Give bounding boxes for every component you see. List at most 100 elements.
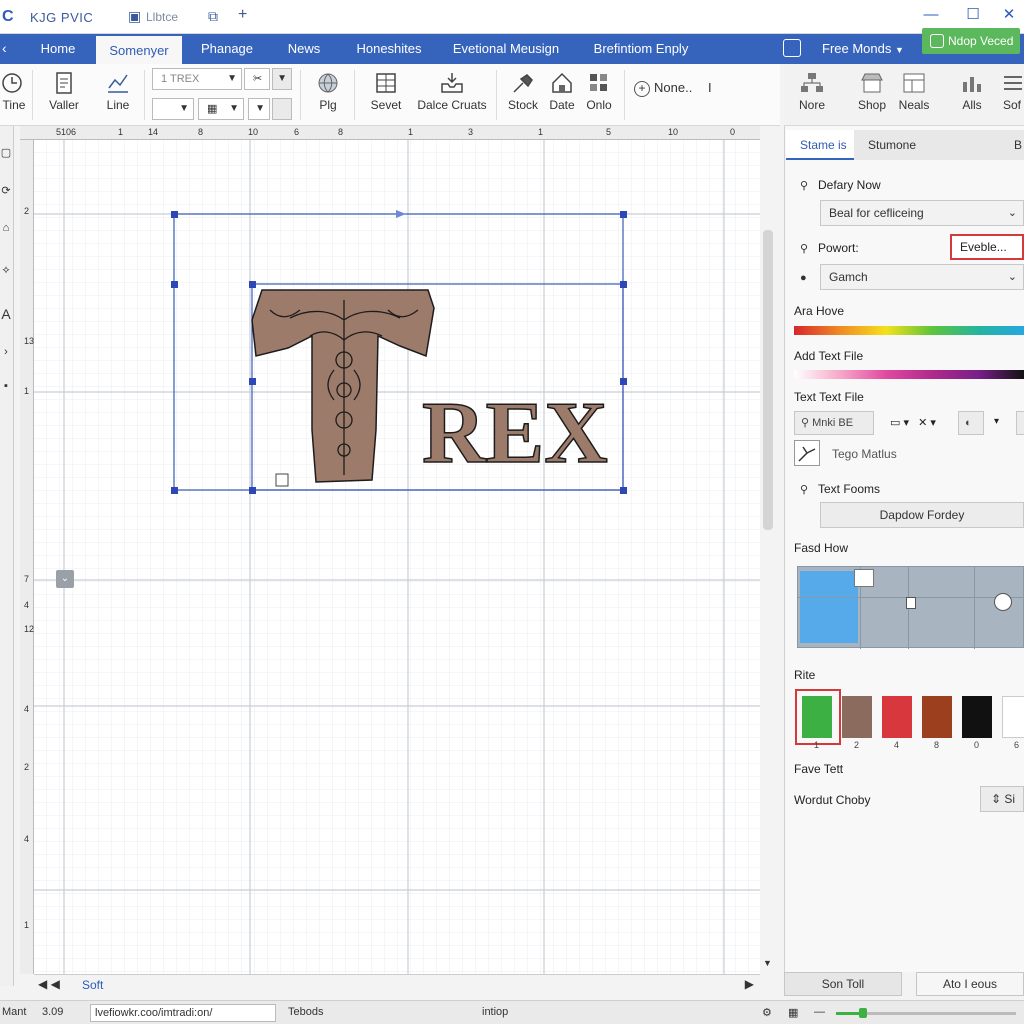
son-toll-button[interactable]: Son Toll bbox=[784, 972, 902, 996]
shape-tool-icon[interactable]: ⟡ bbox=[0, 264, 12, 280]
tool-shop[interactable]: Shop bbox=[852, 64, 892, 126]
pointer-tool-icon[interactable]: › bbox=[0, 346, 12, 362]
tool-plg[interactable]: Plg bbox=[308, 64, 348, 126]
move-tool-icon[interactable]: ⟳ bbox=[0, 184, 12, 200]
style-combo[interactable]: ▦ ▼ bbox=[198, 98, 244, 120]
tool-neals[interactable]: Neals bbox=[894, 64, 934, 126]
view-icon[interactable]: ⚙ bbox=[762, 1006, 772, 1019]
text-box-icon[interactable]: ▭ ▾ bbox=[890, 417, 909, 429]
free-monds-dropdown[interactable]: Free Monds ▼ bbox=[822, 34, 904, 64]
vertical-scrollbar[interactable]: ▼ bbox=[760, 126, 776, 974]
select-tool-icon[interactable]: ▢ bbox=[0, 146, 12, 162]
logo-selection[interactable]: T REX bbox=[160, 200, 640, 500]
scroll-down-icon[interactable]: ▼ bbox=[763, 958, 772, 968]
tool-sevet[interactable]: Sevet bbox=[364, 64, 408, 126]
anchor-marker-icon[interactable]: ⌄ bbox=[56, 570, 74, 588]
color-swatch[interactable] bbox=[802, 696, 832, 738]
restore-tab-icon[interactable]: ⧉ bbox=[208, 8, 218, 25]
shade-gradient-bar[interactable] bbox=[794, 370, 1024, 379]
tool-alls[interactable]: Alls bbox=[954, 64, 990, 126]
preview-handle[interactable] bbox=[854, 569, 874, 587]
ndop-veced-button[interactable]: Ndop Veced bbox=[922, 28, 1020, 54]
back-icon[interactable]: ‹ bbox=[2, 40, 7, 56]
layout-preview[interactable] bbox=[797, 566, 1024, 649]
font-combo[interactable]: 1 TREX ▼ bbox=[152, 68, 242, 90]
tool-alls-label: Alls bbox=[962, 98, 982, 112]
hue-gradient-bar[interactable] bbox=[794, 326, 1024, 335]
more-combo[interactable] bbox=[272, 98, 292, 120]
image-tool-icon[interactable]: ▪ bbox=[0, 380, 12, 396]
home-tool-icon[interactable]: ⌂ bbox=[0, 222, 12, 238]
zoom-out-icon[interactable]: — bbox=[814, 1006, 825, 1018]
tab-news[interactable]: News bbox=[280, 34, 328, 64]
speech-bubble-button[interactable]: ◐ bbox=[958, 411, 984, 435]
gamch-select[interactable]: Gamch ⌄ bbox=[820, 264, 1024, 290]
tool-date[interactable]: Date bbox=[544, 64, 580, 126]
format-more-button[interactable] bbox=[1016, 411, 1024, 435]
preview-lock-icon[interactable] bbox=[906, 597, 916, 609]
tool-line[interactable]: Line bbox=[96, 64, 140, 126]
image-icon[interactable]: ▣ bbox=[128, 8, 141, 25]
beal-select[interactable]: Beal for cefliceing ⌄ bbox=[820, 200, 1024, 226]
ruler-label: 10 bbox=[248, 127, 259, 137]
eveble-button[interactable]: Eveble... bbox=[950, 234, 1024, 260]
chevron-down-icon[interactable]: ▾ bbox=[994, 416, 999, 427]
new-tab-icon[interactable]: + bbox=[238, 6, 247, 24]
tab-b[interactable]: B bbox=[1004, 130, 1024, 160]
zoom-slider-knob[interactable] bbox=[859, 1008, 867, 1018]
tool-sof[interactable]: Sof bbox=[1000, 64, 1024, 126]
tool-onlo[interactable]: Onlo bbox=[580, 64, 618, 126]
image-anchor-icon[interactable] bbox=[275, 473, 289, 487]
tab-stame-is[interactable]: Stame is bbox=[786, 130, 854, 160]
color-swatch[interactable] bbox=[842, 696, 872, 738]
layout-icon bbox=[903, 73, 925, 93]
horizontal-scrollbar[interactable]: ◀ ◀ Soft ▶ bbox=[34, 974, 760, 992]
status-url-input[interactable]: lvefiowkr.coo/imtradi:on/ bbox=[90, 1004, 276, 1022]
path-tool-icon[interactable] bbox=[794, 440, 820, 466]
color-swatch[interactable] bbox=[1002, 696, 1024, 738]
text-tool-icon[interactable]: A bbox=[0, 306, 12, 322]
preview-gear-icon[interactable] bbox=[994, 593, 1012, 611]
tab-evetional-meusign[interactable]: Evetional Meusign bbox=[448, 34, 564, 64]
tab-brefintiom-enply[interactable]: Brefintiom Enply bbox=[584, 34, 698, 64]
rotate-handle-icon[interactable] bbox=[396, 210, 406, 218]
grid-icon bbox=[590, 74, 607, 91]
clear-x-icon[interactable]: ✕ ▾ bbox=[918, 417, 936, 429]
scroll-right-icon[interactable]: ▶ bbox=[745, 977, 754, 991]
font-style-label: Mnki BE bbox=[812, 417, 854, 429]
color-swatch[interactable] bbox=[882, 696, 912, 738]
combo-dropdown-button[interactable]: ▼ bbox=[272, 68, 292, 90]
scroll-left-icon[interactable]: ◀ ◀ bbox=[38, 977, 60, 991]
zoom-slider[interactable] bbox=[836, 1008, 1016, 1018]
font-style-button[interactable]: ⚲ Mnki BE bbox=[794, 411, 874, 435]
format-tools[interactable]: ▭ ▾ ✕ ▾ bbox=[890, 416, 936, 429]
calendar-icon[interactable] bbox=[783, 39, 801, 57]
color-swatch[interactable] bbox=[962, 696, 992, 738]
tool-shop-label: Shop bbox=[857, 98, 887, 112]
none-dropdown[interactable]: + None.. I bbox=[634, 80, 712, 97]
minimize-icon[interactable]: — bbox=[918, 4, 944, 26]
tab-phanage[interactable]: Phanage bbox=[190, 34, 264, 64]
maximize-icon[interactable]: ☐ bbox=[960, 4, 986, 26]
tool-nore[interactable]: Nore bbox=[792, 64, 832, 126]
grid-view-icon[interactable]: ▦ bbox=[788, 1006, 798, 1019]
tool-stock[interactable]: Stock bbox=[502, 64, 544, 126]
vertical-scroll-thumb[interactable] bbox=[763, 230, 773, 530]
tab-home[interactable]: Home bbox=[28, 34, 88, 64]
tab-honeshites[interactable]: Honeshites bbox=[348, 34, 430, 64]
ruler-label: 4 bbox=[24, 704, 30, 714]
color-swatch[interactable] bbox=[922, 696, 952, 738]
page-tab-soft[interactable]: Soft bbox=[82, 978, 103, 992]
size-stepper-button[interactable]: ⇕ Si bbox=[980, 786, 1024, 812]
dapdow-fordey-button[interactable]: Dapdow Fordey bbox=[820, 502, 1024, 528]
close-icon[interactable]: ✕ bbox=[996, 4, 1022, 26]
tool-valler[interactable]: Valler bbox=[42, 64, 86, 126]
align-combo[interactable]: ▼ bbox=[248, 98, 270, 120]
size-combo[interactable]: ▼ bbox=[152, 98, 194, 120]
tool-tine[interactable]: Tine bbox=[0, 64, 28, 126]
tool-dalce-cruats[interactable]: Dalce Cruats bbox=[412, 64, 492, 126]
tab-stumone[interactable]: Stumone bbox=[854, 130, 1014, 160]
tab-somenyer[interactable]: Somenyer bbox=[96, 34, 182, 64]
clear-format-button[interactable]: ✂ bbox=[244, 68, 270, 90]
ato-i-eous-button[interactable]: Ato I eous bbox=[916, 972, 1024, 996]
